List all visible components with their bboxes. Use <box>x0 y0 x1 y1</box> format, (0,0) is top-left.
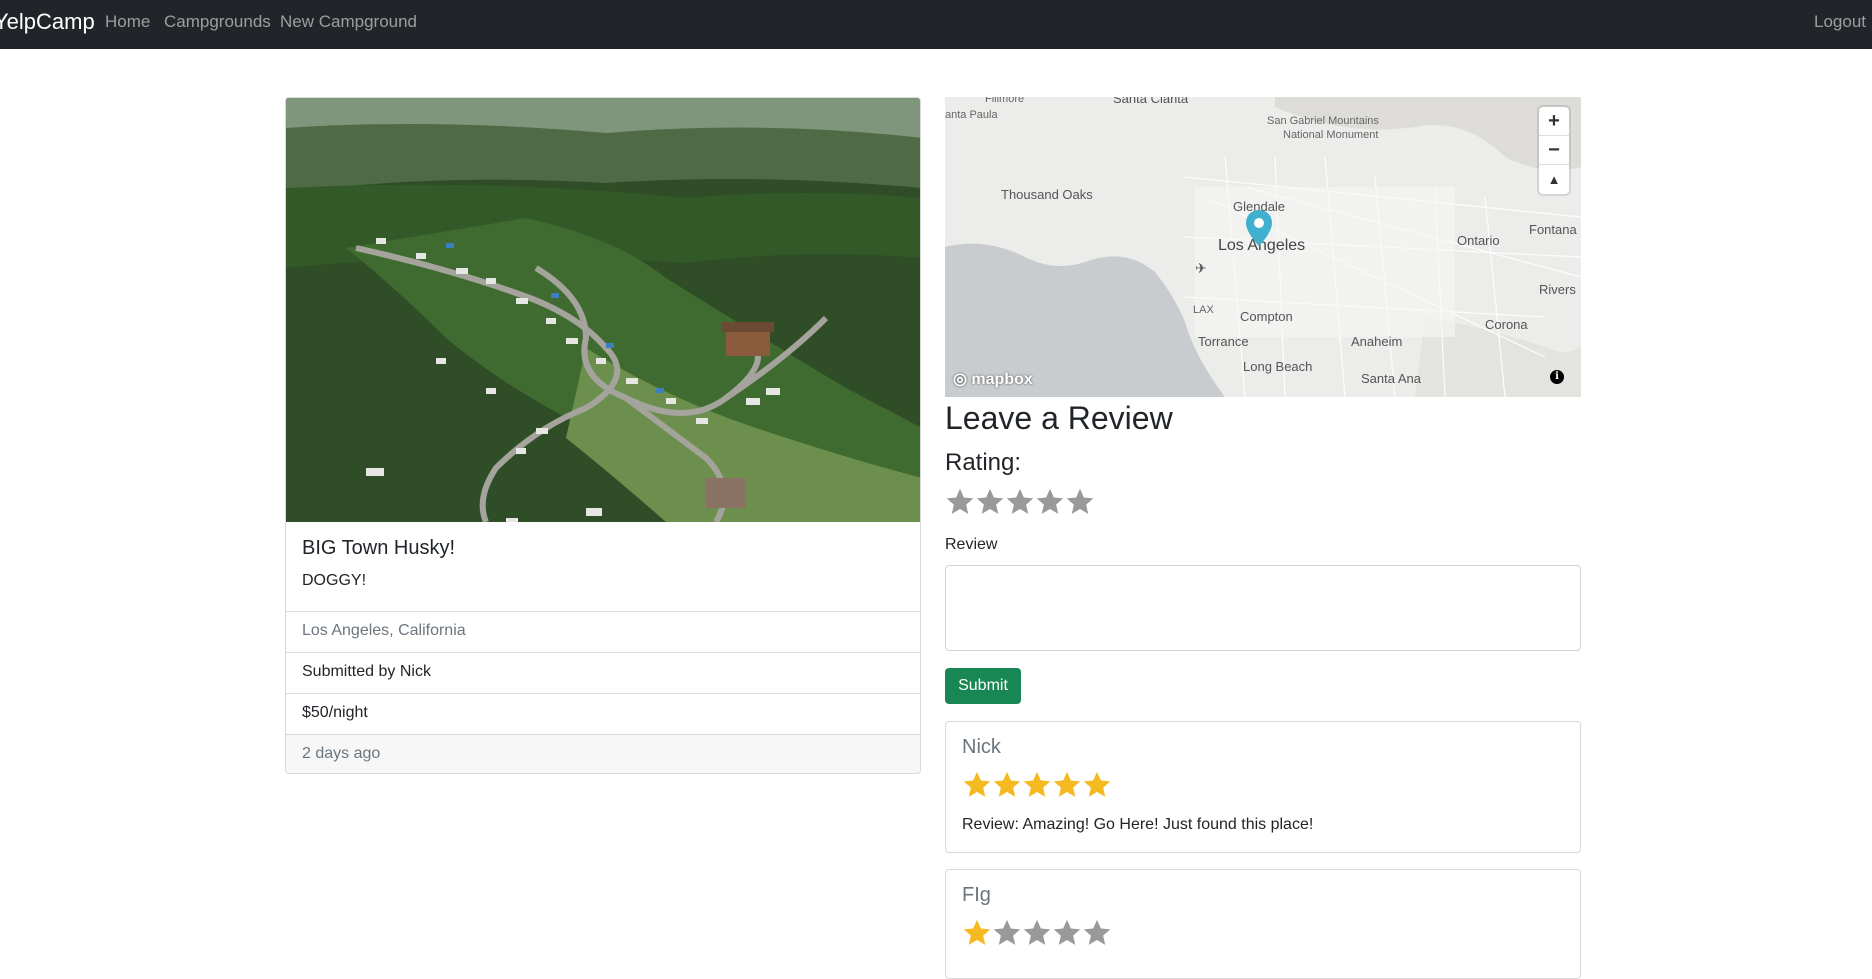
map-label-ontario: Ontario <box>1457 233 1500 248</box>
map-label-torrance: Torrance <box>1198 334 1249 349</box>
review-card: FIg <box>945 869 1581 979</box>
rating-label: Rating: <box>945 449 1022 476</box>
rating-input[interactable] <box>945 487 1095 522</box>
mapbox-logo[interactable]: ◎ mapbox <box>953 369 1033 389</box>
map-label-santa-paula: anta Paula <box>945 109 998 121</box>
campground-image <box>286 98 920 522</box>
mapbox-logo-text: mapbox <box>971 371 1033 388</box>
brand-link[interactable]: YelpCamp <box>0 10 95 34</box>
map-label-santa-ana: Santa Ana <box>1361 371 1421 386</box>
star-filled-icon <box>963 919 991 945</box>
star-empty-icon[interactable] <box>1005 487 1035 517</box>
airport-icon: ✈ <box>1195 260 1207 276</box>
campground-title: BIG Town Husky! <box>302 537 456 559</box>
star-filled-icon <box>993 771 1021 797</box>
star-filled-icon <box>1023 771 1051 797</box>
map-marker-icon[interactable] <box>1245 209 1273 247</box>
star-filled-icon <box>1083 771 1111 797</box>
map-label-corona: Corona <box>1485 317 1528 332</box>
star-empty-icon[interactable] <box>975 487 1005 517</box>
star-empty-icon <box>993 919 1021 945</box>
campground-card: BIG Town Husky! DOGGY! Los Angeles, Cali… <box>285 97 921 774</box>
map-label-anaheim: Anaheim <box>1351 334 1403 349</box>
review-author: Nick <box>962 736 1001 758</box>
nav-home-link[interactable]: Home <box>105 12 150 32</box>
review-rating-stars <box>962 918 1112 953</box>
review-card: Nick Review: Amazing! Go Here! Just foun… <box>945 721 1581 853</box>
map-label-thousand-oaks: Thousand Oaks <box>1001 187 1093 202</box>
map-label-long-beach: Long Beach <box>1243 359 1313 374</box>
attribution-info-button[interactable]: i <box>1550 370 1564 384</box>
review-rating-stars <box>962 770 1112 805</box>
map-label-san-gabriel: San Gabriel Mountains <box>1267 115 1379 127</box>
star-empty-icon[interactable] <box>1065 487 1095 517</box>
review-text: Review: Amazing! Go Here! Just found thi… <box>962 816 1314 833</box>
review-label: Review <box>945 536 998 553</box>
navbar: YelpCamp Home Campgrounds New Campground… <box>0 0 1872 49</box>
map-controls: + − ▲ <box>1539 107 1569 194</box>
map-label-fontana: Fontana <box>1529 222 1577 237</box>
campground-location: Los Angeles, California <box>286 611 920 652</box>
nav-new-campground-link[interactable]: New Campground <box>280 12 417 32</box>
campground-posted-time: 2 days ago <box>286 734 920 773</box>
star-empty-icon[interactable] <box>1035 487 1065 517</box>
map-label-fillmore: Fillmore <box>985 97 1025 105</box>
map-label-santa-clarita: Santa Clarita <box>1113 97 1189 106</box>
map-label-riverside: Rivers <box>1539 282 1576 297</box>
review-textarea[interactable] <box>945 565 1581 651</box>
zoom-out-button[interactable]: − <box>1539 136 1569 165</box>
map-label-compton: Compton <box>1240 309 1293 324</box>
leave-review-heading: Leave a Review <box>945 400 1173 436</box>
map-label-national-monument: National Monument <box>1283 129 1379 141</box>
nav-logout-link[interactable]: Logout <box>1814 12 1866 32</box>
campground-map[interactable]: Fillmore Santa Clarita anta Paula San Ga… <box>945 97 1581 397</box>
star-filled-icon <box>963 771 991 797</box>
star-empty-icon <box>1023 919 1051 945</box>
compass-button[interactable]: ▲ <box>1539 165 1569 194</box>
map-label-lax: LAX <box>1193 304 1214 316</box>
mapbox-circle-icon: ◎ <box>953 371 967 388</box>
campground-price: $50/night <box>286 693 920 734</box>
campground-description: DOGGY! <box>302 572 367 589</box>
star-empty-icon <box>1083 919 1111 945</box>
review-author: FIg <box>962 884 991 906</box>
submit-review-button[interactable]: Submit <box>945 668 1021 704</box>
star-empty-icon[interactable] <box>945 487 975 517</box>
zoom-in-button[interactable]: + <box>1539 107 1569 136</box>
campground-submitted-by: Submitted by Nick <box>286 652 920 693</box>
star-empty-icon <box>1053 919 1081 945</box>
star-filled-icon <box>1053 771 1081 797</box>
nav-campgrounds-link[interactable]: Campgrounds <box>164 12 271 32</box>
